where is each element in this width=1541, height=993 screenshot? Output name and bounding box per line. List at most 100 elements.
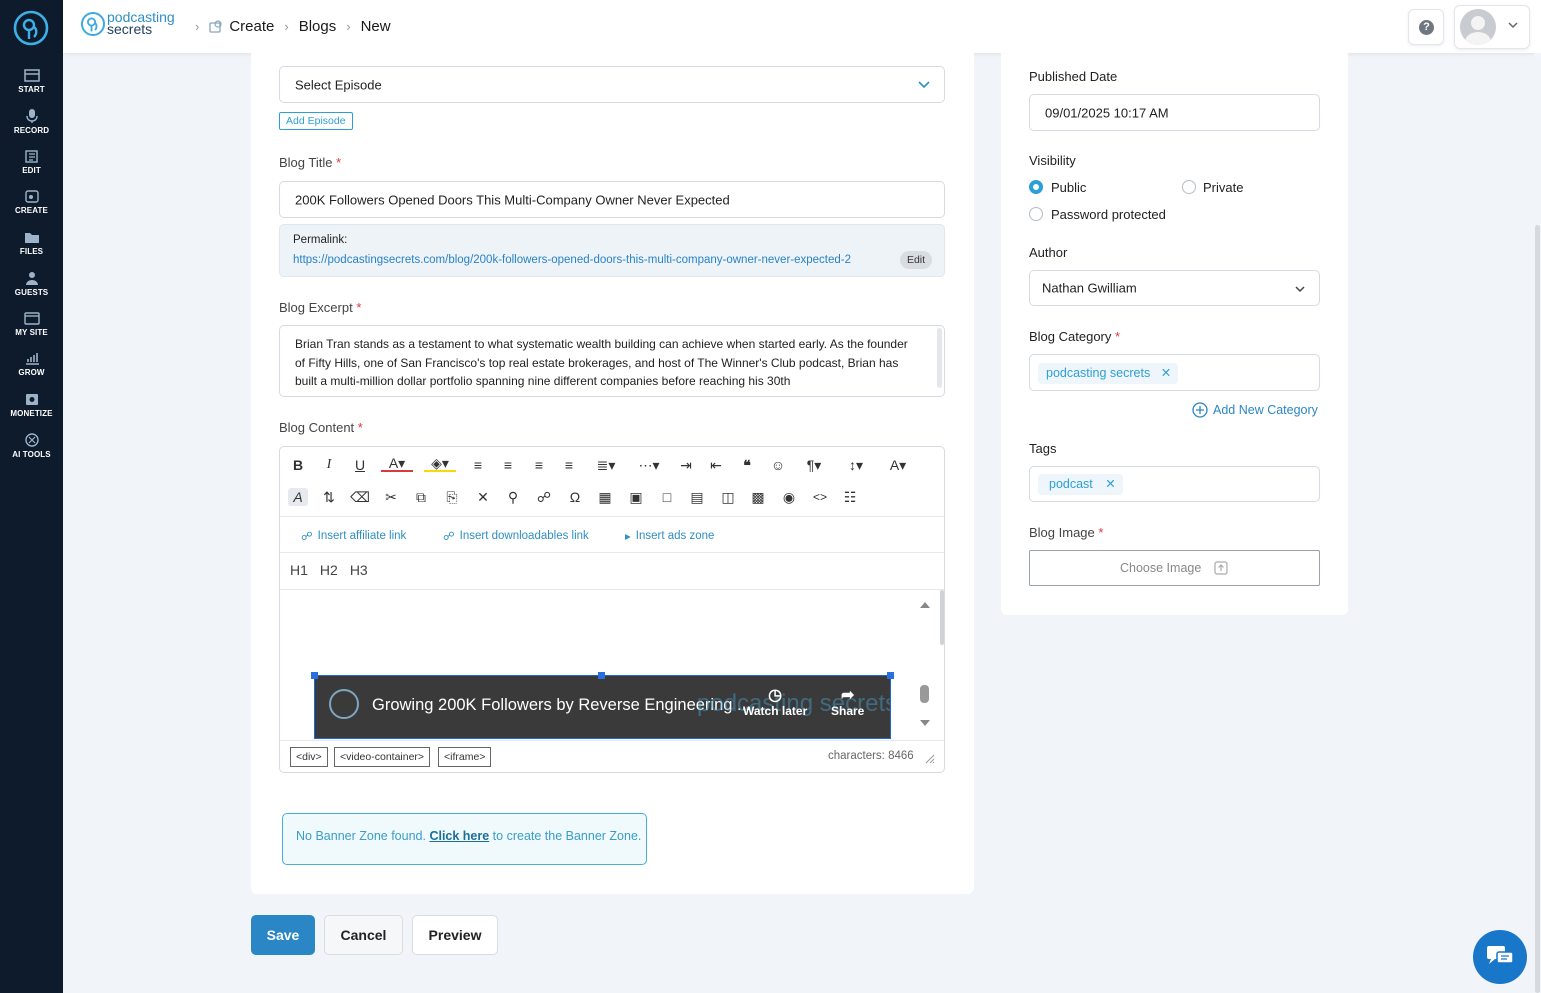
embed-icon[interactable]: ▩ (748, 488, 768, 506)
template-icon[interactable]: ◫ (718, 488, 738, 506)
search-icon[interactable]: ⚲ (503, 488, 523, 506)
paragraph-icon[interactable]: ¶▾ (798, 456, 830, 474)
visibility-password-radio[interactable] (1029, 207, 1043, 221)
align-right-icon[interactable]: ≡ (529, 456, 549, 474)
sidebar-item-create[interactable]: CREATE (0, 189, 63, 215)
sidebar-item-record[interactable]: RECORD (0, 108, 63, 135)
tags-input[interactable]: podcast ✕ (1029, 466, 1320, 502)
add-episode-button[interactable]: Add Episode (279, 112, 353, 130)
author-select[interactable]: Nathan Gwilliam (1029, 270, 1320, 306)
paste-icon[interactable]: ⎘ (442, 488, 462, 506)
sidebar-item-start[interactable]: START (0, 68, 63, 94)
sidebar-item-my-site[interactable]: MY SITE (0, 311, 63, 337)
heading-h1-button[interactable]: H1 (290, 562, 308, 578)
sidebar-item-grow[interactable]: GROW (0, 351, 63, 377)
embedded-video[interactable]: Growing 200K Followers by Reverse Engine… (314, 675, 891, 739)
code-view-icon[interactable]: <> (810, 488, 830, 506)
link-icon[interactable]: ☍ (534, 488, 554, 506)
visibility-public-label[interactable]: Public (1051, 180, 1086, 195)
preview-button[interactable]: Preview (412, 915, 498, 955)
blog-excerpt-textarea[interactable]: Brian Tran stands as a testament to what… (279, 325, 945, 397)
align-justify-icon[interactable]: ≡ (559, 456, 579, 474)
breadcrumb-blogs[interactable]: Blogs (299, 18, 337, 35)
bold-icon[interactable]: B (288, 456, 308, 474)
visibility-public-radio[interactable] (1029, 180, 1043, 194)
quote-icon[interactable]: ❝ (737, 456, 757, 474)
cancel-button[interactable]: Cancel (324, 915, 403, 955)
indent-icon[interactable]: ⇥ (676, 456, 696, 474)
select-all-icon[interactable]: ☷ (840, 488, 860, 506)
user-menu-button[interactable] (1454, 5, 1530, 49)
blog-category-input[interactable]: podcasting secrets ✕ (1029, 354, 1320, 391)
video-icon[interactable]: □ (657, 488, 677, 506)
scroll-up-icon[interactable] (919, 600, 931, 610)
align-center-icon[interactable]: ≡ (498, 456, 518, 474)
font-family-icon[interactable]: A▾ (882, 456, 914, 474)
scroll-thumb[interactable] (920, 685, 929, 703)
share-button[interactable]: ➦ Share (831, 688, 864, 719)
outdent-icon[interactable]: ⇤ (706, 456, 726, 474)
visibility-password-label[interactable]: Password protected (1051, 207, 1166, 222)
insert-ads-zone-link[interactable]: ▸ Insert ads zone (625, 529, 714, 543)
page-scrollbar-thumb[interactable] (1535, 225, 1540, 993)
save-button[interactable]: Save (251, 915, 315, 955)
permalink-link[interactable]: https://podcastingsecrets.com/blog/200k-… (293, 254, 851, 266)
watch-later-button[interactable]: ◷ Watch later (743, 688, 807, 719)
remove-format-icon[interactable]: ✕ (473, 488, 493, 506)
ai-write-icon[interactable]: A (288, 488, 308, 506)
insert-affiliate-link[interactable]: ☍ Insert affiliate link (301, 529, 406, 543)
blog-title-input[interactable]: 200K Followers Opened Doors This Multi-C… (279, 181, 945, 218)
heading-h3-button[interactable]: H3 (350, 562, 368, 578)
sidebar-item-guests[interactable]: GUESTS (0, 270, 63, 297)
image-icon[interactable]: ▣ (626, 488, 646, 506)
sidebar-item-files[interactable]: FILES (0, 230, 63, 256)
sidebar-item-edit[interactable]: EDIT (0, 149, 63, 175)
editor-content-area[interactable]: Growing 200K Followers by Reverse Engine… (280, 590, 944, 740)
path-tag-iframe[interactable]: <iframe> (438, 747, 492, 767)
create-banner-zone-link[interactable]: Click here (429, 829, 489, 843)
font-size-icon[interactable]: ↕▾ (840, 456, 872, 474)
path-tag-video-container[interactable]: <video-container> (334, 747, 431, 767)
cut-icon[interactable]: ✂ (381, 488, 401, 506)
heading-h2-button[interactable]: H2 (320, 562, 338, 578)
ordered-list-icon[interactable]: ≣▾ (590, 456, 622, 474)
choose-image-button[interactable]: Choose Image (1029, 550, 1320, 586)
chat-widget-button[interactable] (1473, 930, 1527, 984)
permalink-edit-button[interactable]: Edit (900, 251, 932, 269)
path-tag-div[interactable]: <div> (290, 747, 328, 767)
close-icon[interactable]: ✕ (1105, 477, 1115, 491)
editor-outer-scroll-thumb[interactable] (940, 590, 944, 645)
sidebar-item-ai-tools[interactable]: AI TOOLS (0, 432, 63, 459)
resize-handle[interactable] (598, 672, 605, 679)
italic-icon[interactable]: I (319, 456, 339, 474)
editor-scrollbar[interactable] (913, 590, 933, 740)
table-icon[interactable]: ▦ (595, 488, 615, 506)
episode-select[interactable]: Select Episode (279, 66, 945, 103)
emoji-icon[interactable]: ☺ (768, 456, 788, 474)
line-height-icon[interactable]: ⇅ (319, 488, 339, 506)
add-new-category-button[interactable]: Add New Category (1192, 402, 1318, 418)
preview-eye-icon[interactable]: ◉ (779, 488, 799, 506)
align-left-icon[interactable]: ≡ (468, 456, 488, 474)
underline-icon[interactable]: U (350, 456, 370, 474)
visibility-private-label[interactable]: Private (1203, 180, 1243, 195)
close-icon[interactable]: ✕ (1161, 366, 1171, 380)
sidebar-item-monetize[interactable]: MONETIZE (0, 392, 63, 418)
resize-grip-icon[interactable] (925, 754, 935, 764)
font-color-icon[interactable]: A▾ (381, 456, 413, 472)
file-icon[interactable]: ▤ (687, 488, 707, 506)
scroll-down-icon[interactable] (919, 718, 931, 728)
insert-downloadables-link[interactable]: ☍ Insert downloadables link (443, 529, 589, 543)
excerpt-scrollbar[interactable] (937, 328, 942, 388)
highlight-color-icon[interactable]: ◈▾ (424, 456, 456, 472)
breadcrumb-create[interactable]: Create (229, 18, 274, 35)
eraser-icon[interactable]: ⌫ (350, 488, 370, 506)
unordered-list-icon[interactable]: ⋯▾ (633, 456, 665, 474)
help-button[interactable]: ? (1408, 9, 1444, 45)
brand-logo[interactable]: podcasting secrets (80, 10, 180, 40)
copy-icon[interactable]: ⧉ (411, 488, 431, 506)
resize-handle[interactable] (311, 672, 318, 679)
resize-handle[interactable] (887, 672, 894, 679)
special-char-icon[interactable]: Ω (565, 488, 585, 506)
published-date-input[interactable]: 09/01/2025 10:17 AM (1029, 94, 1320, 131)
